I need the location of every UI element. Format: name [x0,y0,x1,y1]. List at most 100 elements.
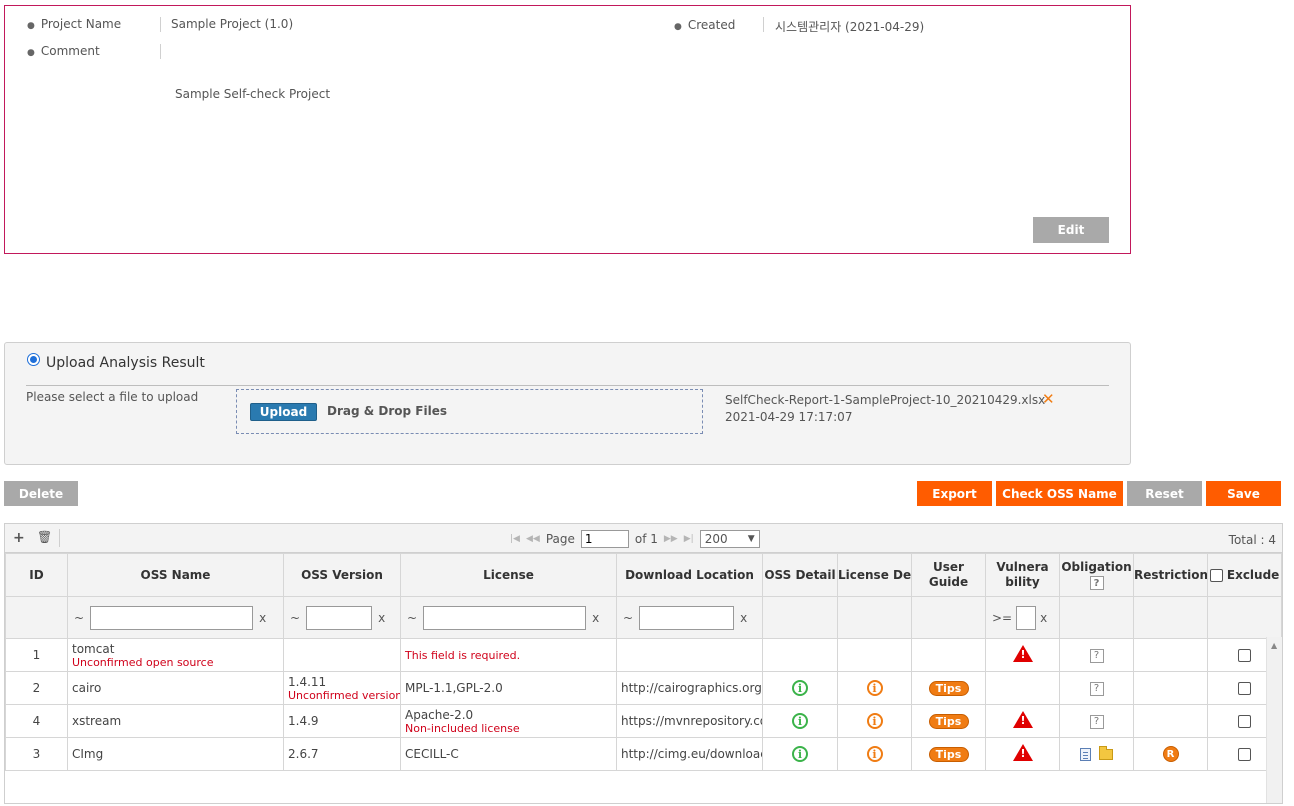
file-dropzone[interactable]: Upload Drag & Drop Files [236,389,703,434]
exclude-all-checkbox[interactable] [1209,568,1223,582]
oss-detail-info-icon[interactable]: i [792,680,808,696]
source-folder-icon[interactable] [1099,746,1113,760]
divider [59,529,60,547]
comment-value: Sample Self-check Project [175,87,331,101]
divider [26,385,1109,386]
vulnerability-filter-input[interactable] [1016,605,1037,630]
download-filter-input[interactable] [639,605,735,630]
col-license-detail[interactable]: License De [837,553,912,597]
col-oss-name[interactable]: OSS Name [67,553,284,597]
validation-message: This field is required. [405,648,521,662]
drop-files-text: Drag & Drop Files [327,404,447,418]
remove-file-icon[interactable]: ✕ [1042,390,1055,408]
col-download-location[interactable]: Download Location [616,553,763,597]
header-row: ID OSS Name OSS Version License Download… [5,553,1282,597]
divider [160,44,161,59]
bullet-icon: ● [674,22,682,32]
trash-icon[interactable]: 🗑 [37,530,52,544]
pager: |◀ ◀◀ Page of 1 ▶▶ ▶| 200 ▼ [510,530,760,548]
col-id[interactable]: ID [5,553,68,597]
exclude-checkbox[interactable] [1238,649,1251,662]
divider [763,17,764,32]
delete-button[interactable]: Delete [4,481,78,506]
clear-filter-icon[interactable]: x [1040,611,1047,625]
upload-button[interactable]: Upload [250,403,317,421]
notice-document-icon[interactable] [1080,748,1091,761]
table-row[interactable]: 2 cairo 1.4.11 Unconfirmed version MPL-1.… [5,671,1282,705]
scroll-up-icon[interactable]: ▲ [1271,641,1277,650]
bullet-icon: ● [27,21,35,31]
oss-grid: + 🗑 |◀ ◀◀ Page of 1 ▶▶ ▶| 200 ▼ Total : … [4,523,1283,804]
obligation-help-icon[interactable]: ? [1089,648,1104,663]
uploaded-file-name: SelfCheck-Report-1-SampleProject-10_2021… [725,393,1046,407]
license-detail-info-icon[interactable]: i [866,713,883,729]
license-detail-info-icon[interactable]: i [866,746,883,762]
oss-detail-info-icon[interactable]: i [792,713,808,729]
col-license[interactable]: License [400,553,617,597]
table-row[interactable]: 1 tomcat Unconfirmed open source This fie… [5,638,1282,672]
table-row[interactable]: 3 CImg 2.6.7 CECILL-C http://cimg.eu/dow… [5,737,1282,771]
col-oss-version[interactable]: OSS Version [283,553,401,597]
license-detail-info-icon[interactable]: i [866,680,883,696]
col-obligation[interactable]: Obligation? [1059,553,1134,597]
obligation-help-icon[interactable]: ? [1089,681,1104,696]
validation-message: Unconfirmed version [288,688,401,702]
exclude-checkbox[interactable] [1238,748,1251,761]
vulnerability-warning-icon[interactable] [1012,711,1033,728]
last-page-icon[interactable]: ▶| [684,534,694,544]
bullet-icon: ● [27,48,35,58]
page-label: Page [545,532,575,546]
project-name-label: ● Project Name [27,17,122,31]
vulnerability-warning-icon[interactable] [1012,744,1033,761]
filter-row: ~ x ~ x ~ x ~ x >= x [5,596,1282,639]
clear-filter-icon[interactable]: x [740,611,747,625]
created-value: 시스템관리자 (2021-04-29) [775,20,925,34]
created-label: ● Created [674,18,736,32]
clear-filter-icon[interactable]: x [259,611,266,625]
exclude-checkbox[interactable] [1238,715,1251,728]
restriction-icon[interactable]: R [1162,746,1179,763]
rows-per-page-select[interactable]: 200 ▼ [699,530,760,548]
first-page-icon[interactable]: |◀ [510,534,520,544]
prev-page-icon[interactable]: ◀◀ [526,534,540,544]
obligation-help-icon[interactable]: ? [1089,714,1104,729]
clear-filter-icon[interactable]: x [592,611,599,625]
oss-table: ID OSS Name OSS Version License Download… [5,553,1282,771]
col-restriction[interactable]: Restriction [1133,553,1208,597]
vulnerability-warning-icon[interactable] [1012,645,1033,662]
validation-message: Unconfirmed open source [72,655,214,669]
divider [160,17,161,32]
vertical-scrollbar[interactable]: ▲ [1266,637,1282,803]
col-user-guide[interactable]: User Guide [911,553,986,597]
page-of-label: of 1 [634,532,658,546]
check-oss-name-button[interactable]: Check OSS Name [996,481,1123,506]
license-filter-input[interactable] [423,605,587,630]
upload-analysis-radio[interactable] [27,353,40,366]
uploaded-file-time: 2021-04-29 17:17:07 [725,410,853,424]
oss-version-filter-input[interactable] [306,605,373,630]
help-icon[interactable]: ? [1089,576,1104,591]
save-button[interactable]: Save [1206,481,1281,506]
clear-filter-icon[interactable]: x [378,611,385,625]
col-oss-detail[interactable]: OSS Detail [762,553,838,597]
tips-button[interactable]: Tips [928,713,969,729]
validation-message: Non-included license [405,721,520,735]
page-input[interactable] [580,530,629,548]
tips-button[interactable]: Tips [928,746,969,762]
chevron-down-icon: ▼ [747,534,755,544]
tips-button[interactable]: Tips [928,680,969,696]
add-row-icon[interactable]: + [13,530,25,546]
col-vulnerability[interactable]: Vulnera bility [985,553,1060,597]
comment-label: ● Comment [27,44,100,58]
upload-analysis-label: Upload Analysis Result [46,355,205,371]
exclude-checkbox[interactable] [1238,682,1251,695]
edit-button[interactable]: Edit [1033,217,1109,243]
export-button[interactable]: Export [917,481,992,506]
table-row[interactable]: 4 xstream 1.4.9 Apache-2.0 Non-included l… [5,704,1282,738]
oss-name-filter-input[interactable] [90,605,254,630]
next-page-icon[interactable]: ▶▶ [664,534,678,544]
upload-instruction: Please select a file to upload [26,390,199,404]
reset-button[interactable]: Reset [1127,481,1202,506]
oss-detail-info-icon[interactable]: i [792,746,808,762]
col-exclude[interactable]: Exclude [1207,553,1282,597]
